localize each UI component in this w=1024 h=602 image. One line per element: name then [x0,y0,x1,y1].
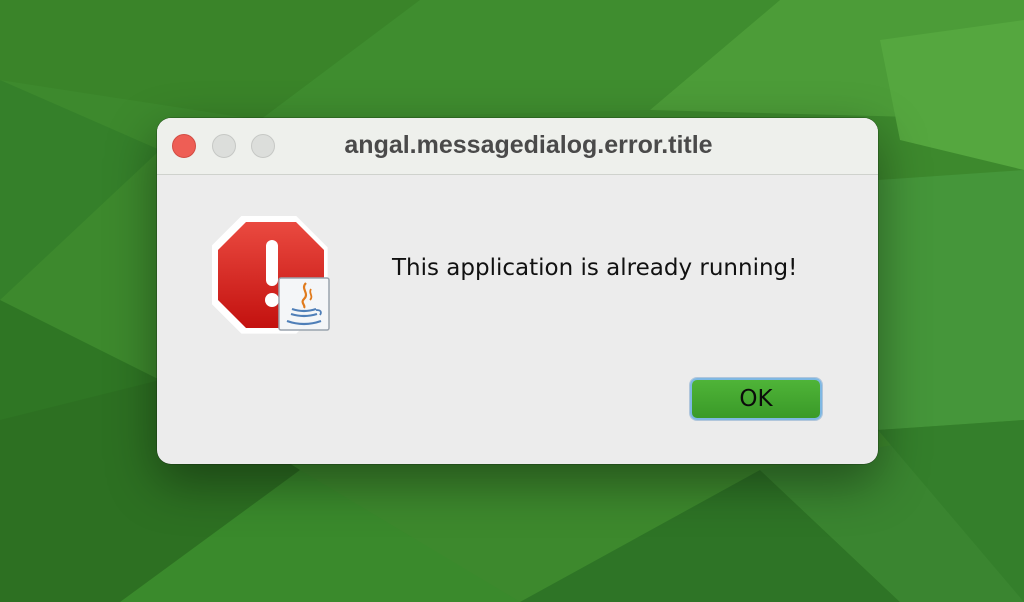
error-dialog: angal.messagedialog.error.title This app… [157,118,878,464]
java-coffee-cup-icon [278,277,330,331]
ok-button[interactable]: OK [690,378,822,420]
window-title: angal.messagedialog.error.title [344,131,713,159]
title-bar: angal.messagedialog.error.title [157,118,878,175]
error-message: This application is already running! [392,255,798,281]
